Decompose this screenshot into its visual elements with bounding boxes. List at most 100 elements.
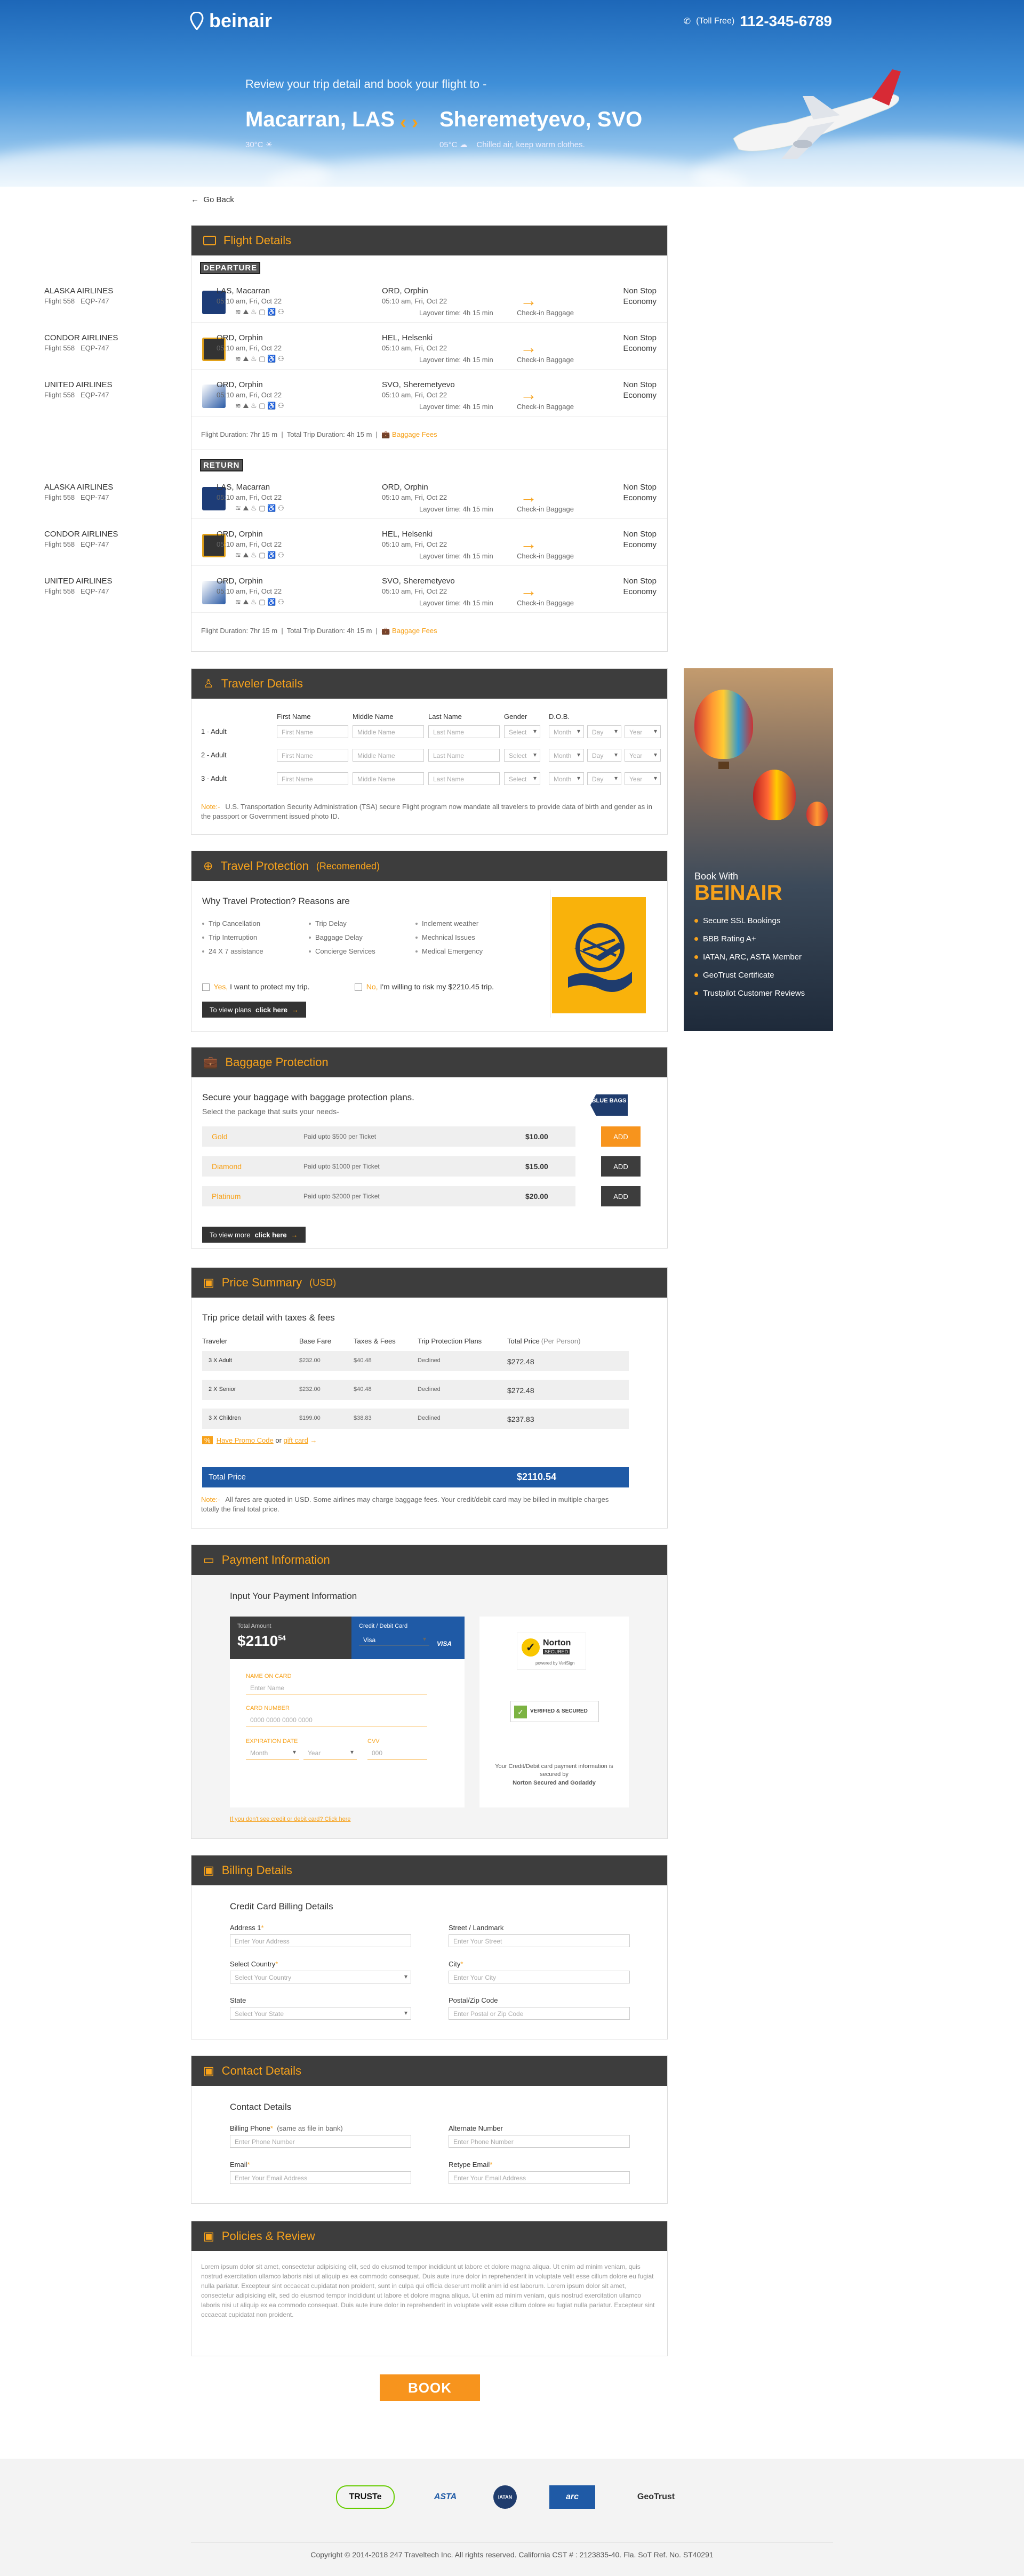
protect-no-option[interactable]: No, I'm willing to risk my $2210.45 trip…	[355, 982, 494, 991]
amenity-icons: ≋ ⛰ ♨ ▢ ♿ ⚇	[235, 402, 284, 410]
month-input[interactable]: Month	[549, 725, 584, 738]
norton-badge: ✓ Norton SECURED powered by VeriSign	[517, 1633, 586, 1670]
last-input[interactable]: Last Name	[428, 725, 500, 738]
baggage-fees-link[interactable]: 💼 Baggage Fees	[381, 627, 437, 635]
city-input[interactable]: Enter Your City	[449, 1971, 630, 1983]
last-input[interactable]: Last Name	[428, 772, 500, 785]
state-select[interactable]: Select Your State	[230, 2007, 411, 2020]
add-plan-button[interactable]: ADD	[601, 1126, 641, 1147]
price-summary-header: ▣ Price Summary (USD)	[191, 1268, 667, 1298]
list-icon	[203, 236, 216, 245]
contact-icon: ▣	[203, 2064, 214, 2077]
segment-to: SVO, Sheremetyevo	[382, 577, 455, 586]
last-input[interactable]: Last Name	[428, 749, 500, 762]
expiry-year-select[interactable]: Year	[303, 1747, 357, 1759]
departure-label: DEPARTURE	[199, 262, 261, 274]
year-input[interactable]: Year	[625, 772, 661, 785]
country-select[interactable]: Select Your Country	[230, 1971, 411, 1983]
card-number-input[interactable]: 0000 0000 0000 0000	[246, 1714, 427, 1726]
price-row: 2 X Senior $232.00 $40.48 Declined $272.48	[202, 1380, 629, 1400]
segment-from-time: 05:10 am, Fri, Oct 22	[217, 587, 282, 595]
address-input[interactable]: Enter Your Address	[230, 1934, 411, 1947]
segment-from-time: 05:10 am, Fri, Oct 22	[217, 391, 282, 399]
segment-from: LAS, Macarran	[217, 483, 270, 492]
arrow-right-icon: →	[520, 338, 537, 357]
middle-input[interactable]: Middle Name	[353, 772, 424, 785]
month-input[interactable]: Month	[549, 772, 584, 785]
day-input[interactable]: Day	[587, 725, 621, 738]
flight-segment-row: UNITED AIRLINES Flight 558 EQP-747 ORD, Orp…	[44, 566, 667, 613]
segment-airline: UNITED AIRLINES	[44, 577, 113, 586]
billing-icon: ▣	[203, 1863, 214, 1877]
traveler-row-label: 1 - Adult	[201, 727, 227, 735]
traveler-row-label: 3 - Adult	[201, 774, 227, 782]
promo-code-link[interactable]: % Have Promo Code or gift card →	[202, 1436, 317, 1444]
go-back-link[interactable]: ← Go Back	[191, 195, 234, 204]
arrow-right-icon: →	[520, 291, 537, 310]
toll-free-phone[interactable]: ✆ (Toll Free) 112-345-6789	[684, 13, 832, 30]
day-input[interactable]: Day	[587, 772, 621, 785]
retype-email-input[interactable]: Enter Your Email Address	[449, 2171, 630, 2184]
gender-input[interactable]: Select	[504, 725, 540, 738]
add-plan-button[interactable]: ADD	[601, 1156, 641, 1177]
segment-from: ORD, Orphin	[217, 333, 263, 342]
traveler-column-header: D.O.B.	[549, 713, 570, 721]
return-label: RETURN	[200, 459, 243, 471]
price-cell-traveler: 3 X Adult	[209, 1357, 233, 1364]
baggage-fees-link[interactable]: 💼 Baggage Fees	[381, 430, 437, 438]
gender-input[interactable]: Select	[504, 749, 540, 762]
plan-name: Gold	[212, 1132, 228, 1141]
phone-icon: ✆	[683, 17, 691, 26]
arc-logo: arc	[549, 2485, 595, 2509]
add-plan-button[interactable]: ADD	[601, 1186, 641, 1206]
view-plans-button[interactable]: To view plans click here →	[202, 1002, 307, 1018]
cvv-input[interactable]: 000	[367, 1747, 427, 1759]
year-input[interactable]: Year	[625, 749, 661, 762]
no-checkbox[interactable]	[355, 983, 362, 991]
brand-name: beinair	[209, 10, 273, 31]
month-input[interactable]: Month	[549, 749, 584, 762]
city-label: City*	[449, 1960, 463, 1968]
alternate-number-label: Alternate Number	[449, 2124, 503, 2132]
policies-panel: ▣ Policies & Review Lorem ipsum dolor sit…	[191, 2221, 668, 2356]
first-input[interactable]: First Name	[277, 725, 348, 738]
billing-phone-label: Billing Phone* (same as file in bank)	[230, 2124, 343, 2132]
protection-reason-item: Baggage Delay	[309, 933, 363, 941]
price-cell-base: $232.00	[299, 1357, 321, 1364]
flight-details-panel: Flight Details DEPARTURE ALASKA AIRLINES…	[44, 225, 668, 652]
first-input[interactable]: First Name	[277, 772, 348, 785]
yes-checkbox[interactable]	[202, 983, 210, 991]
gender-input[interactable]: Select	[504, 772, 540, 785]
brand-logo[interactable]: beinair	[190, 10, 272, 32]
first-input[interactable]: First Name	[277, 749, 348, 762]
segment-layover: Layover time: 4h 15 min	[419, 505, 493, 513]
address-label: Address 1*	[230, 1924, 264, 1932]
protection-reason-item: Trip Interruption	[202, 933, 257, 941]
price-column-header: Total Price (Per Person)	[507, 1337, 581, 1345]
zip-input[interactable]: Enter Postal or Zip Code	[449, 2007, 630, 2020]
view-more-button[interactable]: To view more click here →	[202, 1227, 306, 1243]
name-on-card-input[interactable]: Enter Name	[246, 1682, 427, 1694]
protection-reason-item: Medical Emergency	[415, 947, 483, 955]
plan-desc: Paid upto $2000 per Ticket	[303, 1193, 380, 1200]
email-input[interactable]: Enter Your Email Address	[230, 2171, 411, 2184]
protection-reason-item: 24 X 7 assistance	[202, 947, 263, 955]
destination-weather-note: Chilled air, keep warm clothes.	[476, 140, 585, 149]
total-amount: $2110	[237, 1633, 278, 1649]
card-type-select[interactable]: Visa	[359, 1634, 429, 1645]
book-button[interactable]: BOOK	[380, 2374, 480, 2401]
money-icon: ▣	[203, 1276, 214, 1289]
expiry-month-select[interactable]: Month	[246, 1747, 299, 1759]
protect-yes-option[interactable]: Yes, I want to protect my trip.	[202, 982, 310, 991]
state-label: State	[230, 1996, 246, 2004]
contact-details-panel: ▣ Contact Details Contact Details Billing…	[191, 2055, 668, 2204]
segment-layover: Layover time: 4h 15 min	[419, 356, 493, 364]
billing-phone-input[interactable]: Enter Phone Number	[230, 2135, 411, 2148]
no-card-link[interactable]: If you don't see credit or debit card? C…	[230, 1816, 351, 1822]
alternate-number-input[interactable]: Enter Phone Number	[449, 2135, 630, 2148]
street-input[interactable]: Enter Your Street	[449, 1934, 630, 1947]
day-input[interactable]: Day	[587, 749, 621, 762]
middle-input[interactable]: Middle Name	[353, 749, 424, 762]
middle-input[interactable]: Middle Name	[353, 725, 424, 738]
year-input[interactable]: Year	[625, 725, 661, 738]
